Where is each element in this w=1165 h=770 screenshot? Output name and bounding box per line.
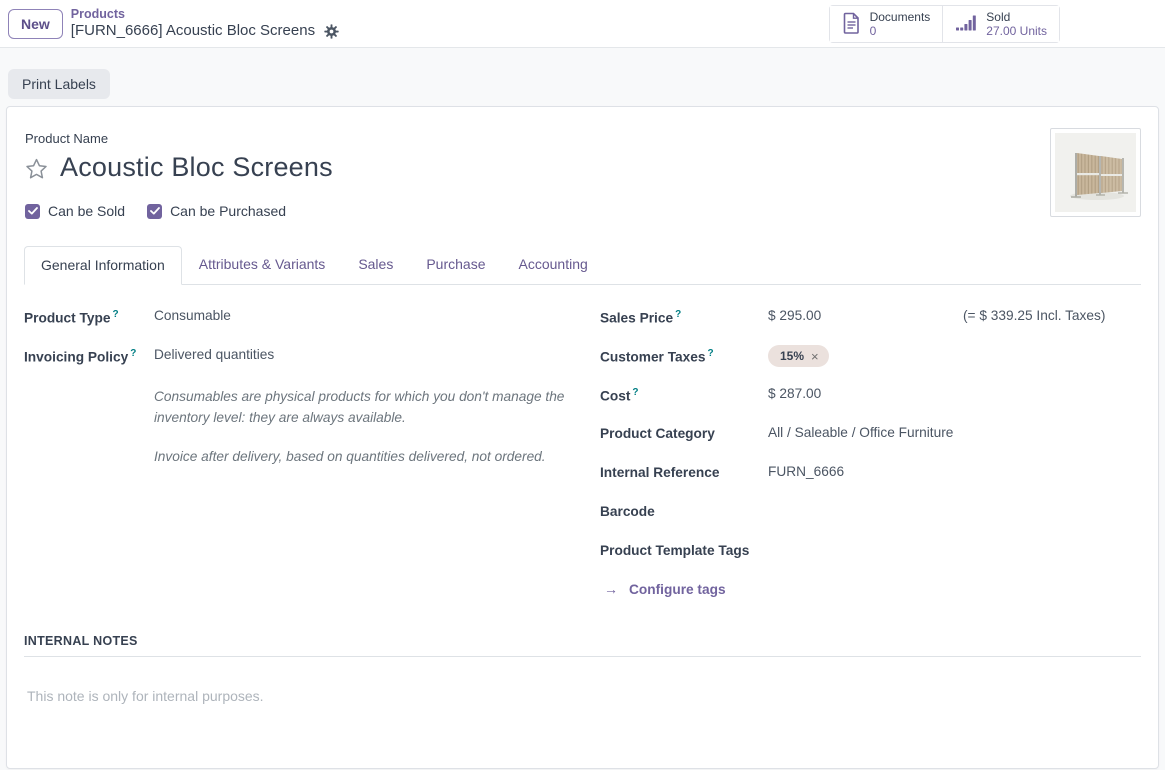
field-internal-reference: Internal Reference FURN_6666: [600, 464, 1141, 486]
can-be-purchased-checkbox[interactable]: Can be Purchased: [147, 203, 286, 219]
field-sales-price: Sales Price? $ 295.00 (= $ 339.25 Incl. …: [600, 308, 1141, 330]
configure-tags-label: Configure tags: [629, 582, 726, 597]
stat-button-documents[interactable]: Documents 0: [830, 6, 943, 42]
checkbox-checked-icon: [147, 204, 162, 219]
product-form-sheet: Product Name Acoustic Bloc Screens Can b…: [6, 106, 1159, 769]
product-category-label: Product Category: [600, 425, 768, 441]
sold-value: 27.00 Units: [986, 24, 1047, 38]
product-type-label: Product Type: [24, 311, 110, 326]
internal-notes-section: INTERNAL NOTES This note is only for int…: [24, 634, 1141, 768]
action-bar: Print Labels: [0, 48, 1165, 106]
can-be-purchased-label: Can be Purchased: [170, 203, 286, 219]
title-area: Product Name Acoustic Bloc Screens Can b…: [24, 127, 1141, 219]
tax-tag-label: 15%: [780, 349, 804, 363]
invoicing-help-text: Invoice after delivery, based on quantit…: [154, 446, 572, 467]
breadcrumb: Products [FURN_6666] Acoustic Bloc Scree…: [71, 7, 339, 40]
new-button[interactable]: New: [8, 9, 63, 39]
breadcrumb-products-link[interactable]: Products: [71, 7, 339, 22]
tax-tag-remove-icon[interactable]: ×: [811, 350, 819, 363]
field-customer-taxes: Customer Taxes? 15% ×: [600, 347, 1141, 369]
breadcrumb-current: [FURN_6666] Acoustic Bloc Screens: [71, 22, 315, 40]
bar-chart-icon: [955, 13, 977, 36]
field-invoicing-policy: Invoicing Policy? Delivered quantities: [24, 347, 600, 369]
invoicing-policy-select[interactable]: Delivered quantities: [154, 347, 274, 362]
document-icon: [842, 12, 861, 37]
internal-notes-editor[interactable]: This note is only for internal purposes.: [24, 688, 1141, 768]
stat-button-group: Documents 0 Sold 27.00 Units: [829, 5, 1060, 43]
general-information-page: Product Type? Consumable Invoicing Polic…: [24, 285, 1141, 597]
acoustic-screen-image: [1055, 133, 1136, 212]
invoicing-policy-label: Invoicing Policy: [24, 350, 128, 365]
field-product-category: Product Category All / Saleable / Office…: [600, 425, 1141, 447]
favorite-star-icon[interactable]: [24, 154, 49, 181]
notebook-tabs: General Information Attributes & Variant…: [24, 246, 1141, 285]
internal-reference-input[interactable]: FURN_6666: [768, 464, 844, 479]
product-name-label: Product Name: [25, 131, 333, 146]
right-arrow-icon: →: [604, 581, 618, 597]
tab-attributes-variants[interactable]: Attributes & Variants: [183, 246, 342, 284]
field-barcode: Barcode: [600, 503, 1141, 525]
product-image[interactable]: [1050, 128, 1141, 217]
documents-value: 0: [870, 24, 877, 38]
help-tooltip-icon[interactable]: ?: [707, 348, 713, 359]
sold-label: Sold: [986, 10, 1010, 24]
tab-sales[interactable]: Sales: [342, 246, 409, 284]
product-type-select[interactable]: Consumable: [154, 308, 231, 323]
field-product-template-tags: Product Template Tags: [600, 542, 1141, 564]
product-name-input[interactable]: Acoustic Bloc Screens: [60, 152, 333, 183]
help-tooltip-icon[interactable]: ?: [675, 309, 681, 320]
consumable-help-text: Consumables are physical products for wh…: [154, 386, 572, 428]
field-product-type: Product Type? Consumable: [24, 308, 600, 330]
can-be-sold-label: Can be Sold: [48, 203, 125, 219]
cost-input[interactable]: $ 287.00: [768, 386, 821, 401]
internal-reference-label: Internal Reference: [600, 464, 768, 480]
can-be-sold-checkbox[interactable]: Can be Sold: [25, 203, 125, 219]
tax-tag[interactable]: 15% ×: [768, 345, 829, 367]
field-help-text: Consumables are physical products for wh…: [154, 386, 572, 468]
documents-label: Documents: [870, 10, 931, 24]
help-tooltip-icon[interactable]: ?: [130, 348, 136, 359]
sales-price-input[interactable]: $ 295.00: [768, 308, 963, 323]
tab-general-information[interactable]: General Information: [24, 246, 182, 285]
tab-accounting[interactable]: Accounting: [503, 246, 604, 284]
stat-button-sold[interactable]: Sold 27.00 Units: [942, 6, 1059, 42]
customer-taxes-label: Customer Taxes: [600, 350, 705, 365]
control-panel: New Products [FURN_6666] Acoustic Bloc S…: [0, 0, 1165, 48]
sales-price-label: Sales Price: [600, 311, 673, 326]
help-tooltip-icon[interactable]: ?: [632, 387, 638, 398]
sales-price-incl-taxes: (= $ 339.25 Incl. Taxes): [963, 308, 1105, 323]
product-template-tags-label: Product Template Tags: [600, 542, 768, 558]
cost-label: Cost: [600, 389, 630, 404]
barcode-label: Barcode: [600, 503, 768, 519]
tab-purchase[interactable]: Purchase: [410, 246, 501, 284]
gear-icon[interactable]: [324, 24, 339, 39]
product-category-input[interactable]: All / Saleable / Office Furniture: [768, 425, 953, 440]
field-cost: Cost? $ 287.00: [600, 386, 1141, 408]
print-labels-button[interactable]: Print Labels: [8, 69, 110, 99]
help-tooltip-icon[interactable]: ?: [112, 309, 118, 320]
internal-notes-header: INTERNAL NOTES: [24, 634, 1141, 657]
checkbox-checked-icon: [25, 204, 40, 219]
configure-tags-link[interactable]: → Configure tags: [604, 581, 1141, 597]
